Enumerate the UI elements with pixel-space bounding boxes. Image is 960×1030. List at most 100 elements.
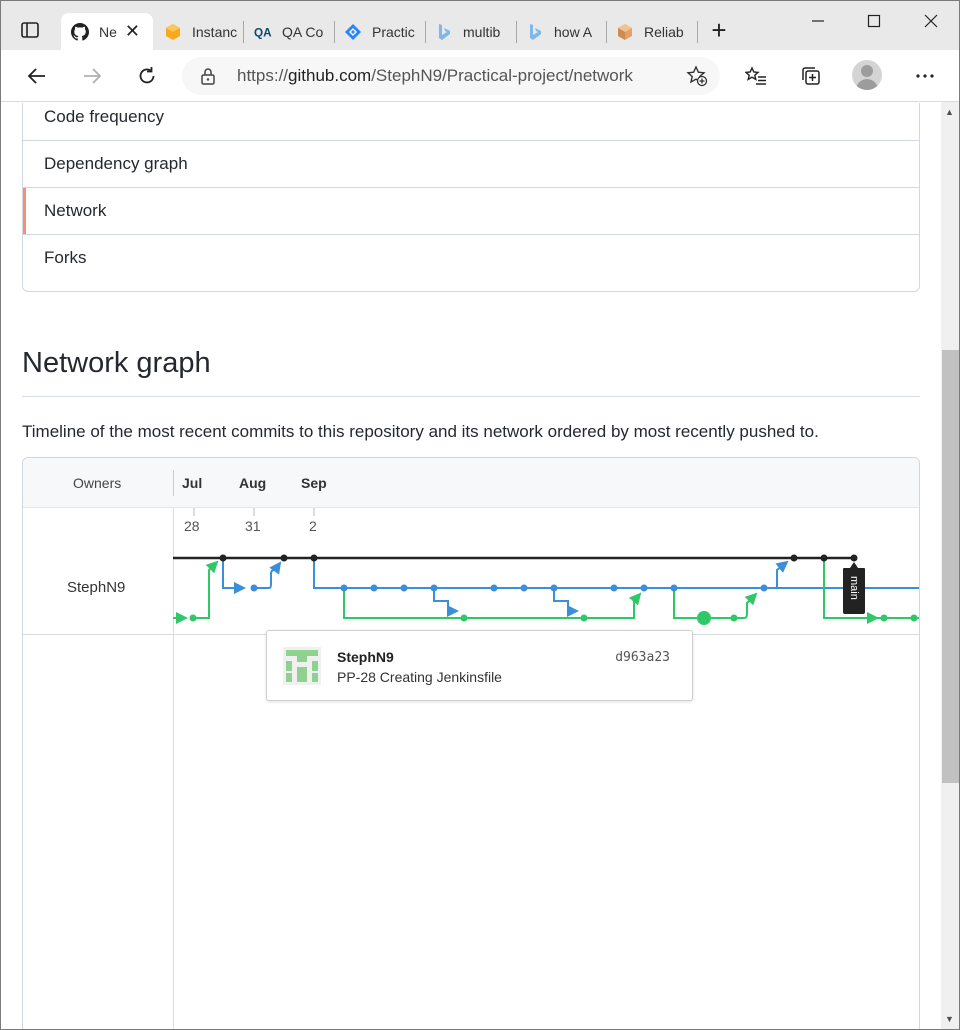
insights-menu: Code frequency Dependency graph Network … <box>22 103 920 292</box>
box-icon <box>616 23 634 41</box>
page-title: Network graph <box>22 347 211 379</box>
tab-practical[interactable]: Practic <box>334 13 424 50</box>
commit-dot <box>400 584 408 592</box>
commit-dot <box>760 584 768 592</box>
tab-title: Practic <box>372 23 415 40</box>
tab-separator <box>697 21 698 43</box>
commit-dot <box>340 584 348 592</box>
url-host: github.com <box>288 66 372 85</box>
commit-dot <box>610 584 618 592</box>
minimize-button[interactable] <box>804 9 832 33</box>
forward-button[interactable] <box>76 60 108 92</box>
commit-dot <box>280 554 288 562</box>
collections-icon <box>802 67 820 85</box>
bing-icon <box>526 23 544 41</box>
url-text[interactable]: https://github.com/StephN9/Practical-pro… <box>237 66 633 86</box>
url-prefix: https:// <box>237 66 289 85</box>
tab-title: Ne <box>99 23 117 40</box>
identicon-avatar <box>283 647 321 685</box>
close-window-button[interactable] <box>917 9 945 33</box>
branch-blue <box>222 558 919 617</box>
commit-dot <box>370 584 378 592</box>
commit-dot <box>520 584 528 592</box>
qa-icon: QA <box>254 23 272 41</box>
refresh-icon <box>139 67 155 84</box>
commit-dot <box>580 614 588 622</box>
commit-dot <box>790 554 798 562</box>
tab-github-network[interactable]: Ne ✕ <box>61 13 153 50</box>
tab-how[interactable]: how A <box>516 13 606 50</box>
menu-item-network[interactable]: Network <box>23 187 919 234</box>
browser-window: Ne ✕ Instanc QA QA Co Practic multib how… <box>0 0 960 1030</box>
maximize-button[interactable] <box>860 9 888 33</box>
branch-label-main: main <box>843 562 865 614</box>
commit-dot <box>490 584 498 592</box>
tab-title: how A <box>554 23 593 40</box>
settings-menu-button[interactable] <box>909 60 941 92</box>
refresh-button[interactable] <box>131 60 163 92</box>
scroll-down-icon[interactable]: ▼ <box>945 1014 954 1024</box>
menu-item-code-frequency[interactable]: Code frequency <box>23 103 919 140</box>
menu-item-dependency-graph[interactable]: Dependency graph <box>23 140 919 187</box>
collections-button[interactable] <box>795 60 827 92</box>
divider <box>22 396 920 397</box>
tooltip-message: PP-28 Creating Jenkinsfile <box>337 669 502 685</box>
close-tab-icon[interactable]: ✕ <box>125 21 140 42</box>
tooltip-sha: d963a23 <box>615 650 670 665</box>
tab-actions-icon[interactable] <box>15 15 45 45</box>
profile-avatar[interactable] <box>852 60 882 90</box>
tab-strip: Ne ✕ Instanc QA QA Co Practic multib how… <box>1 1 959 50</box>
scrollbar-thumb[interactable] <box>942 350 959 783</box>
page-content: Code frequency Dependency graph Network … <box>1 103 940 1030</box>
tab-title: QA Co <box>282 23 324 40</box>
commit-dot-highlighted <box>697 611 711 625</box>
commit-tooltip: StephN9 d963a23 PP-28 Creating Jenkinsfi… <box>266 630 693 701</box>
aws-icon <box>164 23 182 41</box>
network-description: Timeline of the most recent commits to t… <box>22 422 819 441</box>
commit-dot <box>670 584 678 592</box>
branch-label-text: main <box>848 576 860 600</box>
address-bar[interactable]: https://github.com/StephN9/Practical-pro… <box>182 57 720 95</box>
new-tab-button[interactable]: + <box>705 17 733 45</box>
tab-qa[interactable]: QA QA Co <box>244 13 332 50</box>
jira-icon <box>344 23 362 41</box>
network-graph[interactable]: Owners Jul Aug Sep StephN9 28 31 2 main … <box>22 457 920 1030</box>
arrow-right-icon <box>84 68 102 84</box>
url-path: /StephN9/Practical-project/network <box>371 66 633 85</box>
commit-dot <box>640 584 648 592</box>
tab-reliab[interactable]: Reliab <box>606 13 696 50</box>
commit-dot <box>310 554 318 562</box>
tab-title: Reliab <box>644 23 684 40</box>
day-ticks <box>193 508 315 516</box>
github-icon <box>71 22 89 41</box>
commit-dot <box>880 614 888 622</box>
tab-instances[interactable]: Instanc <box>154 13 242 50</box>
favorites-icon <box>745 66 766 85</box>
svg-text:QA: QA <box>254 26 272 39</box>
network-graph-canvas[interactable]: main <box>23 458 920 1030</box>
commit-dot <box>850 554 858 562</box>
favorites-button[interactable] <box>740 60 772 92</box>
arrow-left-icon <box>27 68 45 84</box>
menu-item-forks[interactable]: Forks <box>23 234 919 281</box>
lock-icon[interactable] <box>200 67 216 90</box>
commit-dot <box>730 614 738 622</box>
commit-dot <box>550 584 558 592</box>
tab-title: Instanc <box>192 23 238 40</box>
back-button[interactable] <box>21 60 53 92</box>
commit-dot <box>189 614 197 622</box>
commit-dot <box>250 584 258 592</box>
commit-dot <box>460 614 468 622</box>
scroll-up-icon[interactable]: ▲ <box>945 107 954 117</box>
tooltip-author: StephN9 <box>337 649 394 665</box>
add-favorite-icon[interactable] <box>686 65 708 92</box>
commit-dot <box>910 614 918 622</box>
commit-dot <box>820 554 828 562</box>
bing-icon <box>435 23 453 41</box>
more-icon <box>916 74 934 78</box>
tab-title: multib <box>463 23 501 40</box>
commit-dot <box>219 554 227 562</box>
tab-multib[interactable]: multib <box>425 13 515 50</box>
browser-toolbar: https://github.com/StephN9/Practical-pro… <box>1 50 959 102</box>
commit-dot <box>430 584 438 592</box>
